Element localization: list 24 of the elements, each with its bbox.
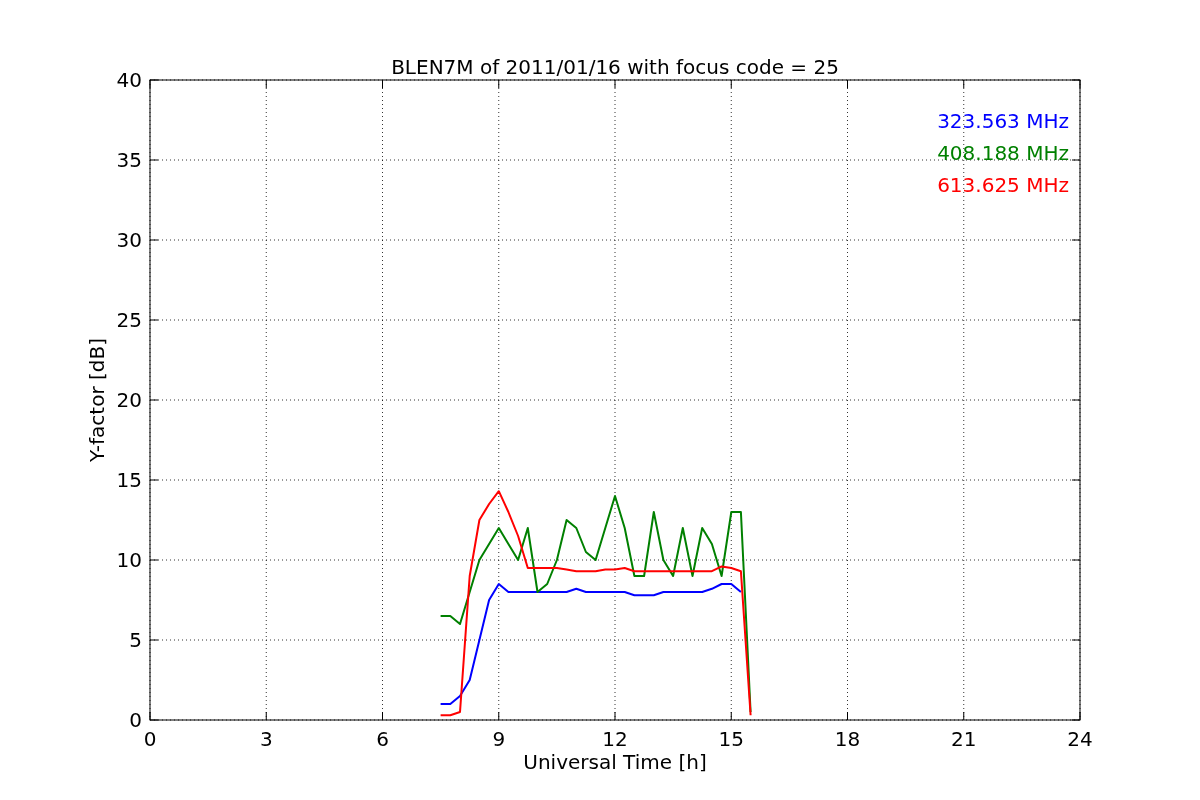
- y-axis-label: Y-factor [dB]: [85, 338, 109, 462]
- y-tick-label: 35: [116, 148, 142, 172]
- x-tick-label: 9: [492, 727, 506, 751]
- chart-title: BLEN7M of 2011/01/16 with focus code = 25: [391, 55, 839, 79]
- legend-label: 613.625 MHz: [937, 173, 1069, 197]
- x-tick-label: 18: [834, 727, 861, 751]
- y-tick-label: 10: [116, 548, 142, 572]
- x-tick-label: 15: [718, 727, 744, 751]
- y-tick-label: 25: [116, 308, 142, 332]
- legend-label: 408.188 MHz: [937, 141, 1069, 165]
- x-tick-label: 0: [143, 727, 157, 751]
- x-tick-label: 3: [259, 727, 273, 751]
- y-tick-label: 30: [116, 228, 142, 252]
- y-tick-label: 15: [116, 468, 142, 492]
- x-tick-label: 6: [376, 727, 389, 751]
- y-tick-label: 40: [116, 68, 142, 92]
- x-tick-label: 21: [951, 727, 977, 751]
- x-axis-label: Universal Time [h]: [523, 750, 707, 774]
- y-tick-label: 0: [129, 708, 142, 732]
- x-tick-label: 24: [1067, 727, 1093, 751]
- legend-label: 323.563 MHz: [937, 109, 1069, 133]
- y-tick-label: 5: [129, 628, 142, 652]
- y-tick-label: 20: [116, 388, 142, 412]
- x-tick-label: 12: [602, 727, 628, 751]
